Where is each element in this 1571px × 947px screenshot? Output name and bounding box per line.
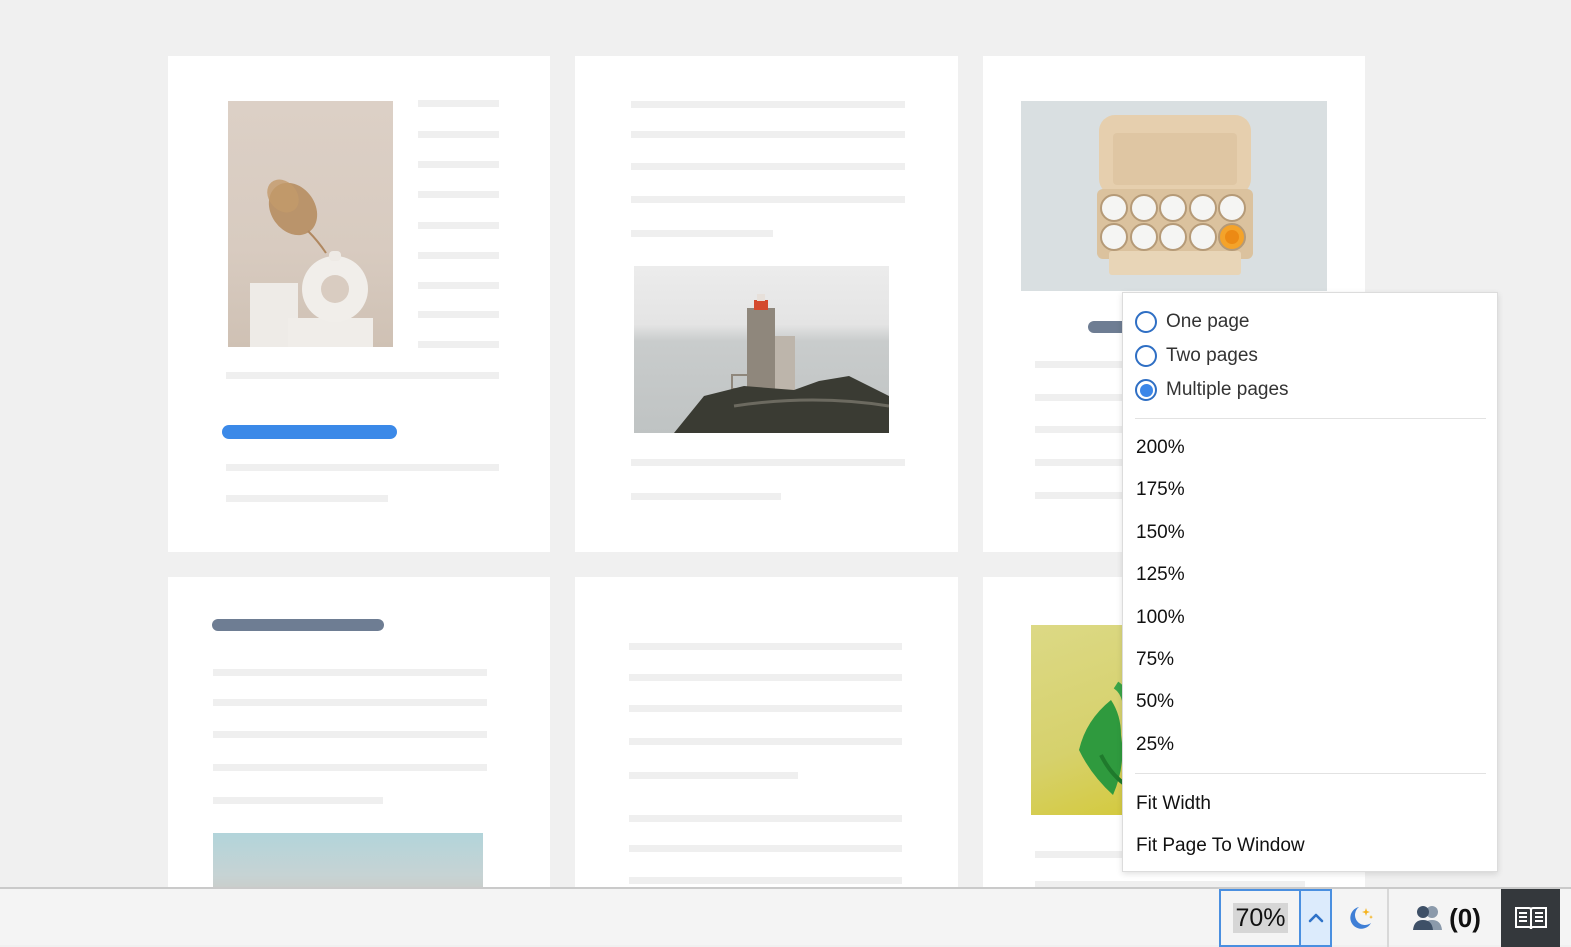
text-line — [418, 191, 499, 198]
zoom-menu-toggle-button[interactable] — [1299, 889, 1332, 947]
page-4[interactable] — [168, 577, 550, 887]
text-line — [1035, 394, 1135, 401]
radio-unchecked-icon[interactable] — [1135, 345, 1157, 367]
text-line — [631, 230, 773, 237]
sky-photo — [213, 833, 483, 887]
text-line — [629, 815, 902, 822]
text-line — [631, 163, 905, 170]
zoom-level-value[interactable]: 70% — [1233, 903, 1288, 933]
vase-photo — [228, 101, 393, 347]
radio-unchecked-icon[interactable] — [1135, 311, 1157, 333]
view-options-menu: One page Two pages Multiple pages 200% 1… — [1122, 292, 1498, 872]
text-line — [629, 845, 902, 852]
text-line — [226, 464, 499, 471]
text-line — [213, 731, 487, 738]
text-line — [629, 877, 902, 884]
text-line — [631, 493, 781, 500]
text-line — [629, 643, 902, 650]
layout-option-two-pages[interactable]: Two pages — [1135, 345, 1258, 367]
text-line — [631, 101, 905, 108]
text-line — [1035, 851, 1135, 858]
zoom-option-50[interactable]: 50% — [1136, 691, 1174, 713]
text-line — [213, 764, 487, 771]
layout-option-one-page[interactable]: One page — [1135, 311, 1249, 333]
lighthouse-photo — [634, 266, 889, 433]
moon-stars-icon — [1350, 907, 1373, 929]
text-line — [629, 738, 902, 745]
zoom-option-125[interactable]: 125% — [1136, 564, 1185, 586]
text-line — [629, 772, 798, 779]
text-line — [213, 669, 487, 676]
zoom-option-25[interactable]: 25% — [1136, 734, 1174, 756]
page-2[interactable] — [575, 56, 958, 552]
reader-mode-button[interactable] — [1501, 889, 1560, 947]
text-line — [631, 459, 905, 466]
text-line — [418, 282, 499, 289]
text-line — [418, 252, 499, 259]
fit-width-option[interactable]: Fit Width — [1136, 793, 1211, 815]
text-line — [631, 131, 905, 138]
layout-option-label: Multiple pages — [1166, 379, 1289, 400]
layout-option-multiple-pages[interactable]: Multiple pages — [1135, 379, 1289, 401]
page-1[interactable] — [168, 56, 550, 552]
text-line — [1035, 426, 1135, 433]
zoom-option-200[interactable]: 200% — [1136, 437, 1185, 459]
text-line — [418, 161, 499, 168]
layout-option-label: Two pages — [1166, 345, 1258, 366]
zoom-option-100[interactable]: 100% — [1136, 607, 1185, 629]
heading-bar — [212, 619, 384, 631]
text-line — [226, 372, 499, 379]
egg-carton-photo — [1021, 101, 1327, 291]
text-line — [1035, 361, 1135, 368]
users-button[interactable]: (0) — [1391, 889, 1501, 947]
text-line — [418, 222, 499, 229]
chevron-up-icon — [1308, 913, 1323, 923]
users-icon — [1413, 906, 1443, 930]
text-line — [629, 674, 902, 681]
link-bar — [222, 425, 397, 439]
menu-divider — [1135, 773, 1486, 774]
menu-divider — [1135, 418, 1486, 419]
zoom-level-field[interactable]: 70% — [1219, 889, 1300, 947]
text-line — [418, 131, 499, 138]
text-line — [213, 797, 383, 804]
zoom-option-175[interactable]: 175% — [1136, 479, 1185, 501]
text-line — [418, 341, 499, 348]
status-bar: 70% (0) — [0, 887, 1571, 947]
layout-option-label: One page — [1166, 311, 1250, 332]
open-book-icon — [1514, 907, 1547, 930]
text-line — [418, 100, 499, 107]
text-line — [418, 311, 499, 318]
radio-checked-icon[interactable] — [1135, 379, 1157, 401]
zoom-option-150[interactable]: 150% — [1136, 522, 1185, 544]
text-line — [1035, 492, 1135, 499]
zoom-option-75[interactable]: 75% — [1136, 649, 1174, 671]
page-5[interactable] — [575, 577, 958, 887]
text-line — [226, 495, 388, 502]
night-mode-button[interactable] — [1333, 889, 1389, 947]
fit-page-to-window-option[interactable]: Fit Page To Window — [1136, 835, 1305, 857]
text-line — [213, 699, 487, 706]
text-line — [631, 196, 905, 203]
text-line — [629, 705, 902, 712]
users-count: (0) — [1449, 902, 1481, 933]
text-line — [1035, 459, 1135, 466]
